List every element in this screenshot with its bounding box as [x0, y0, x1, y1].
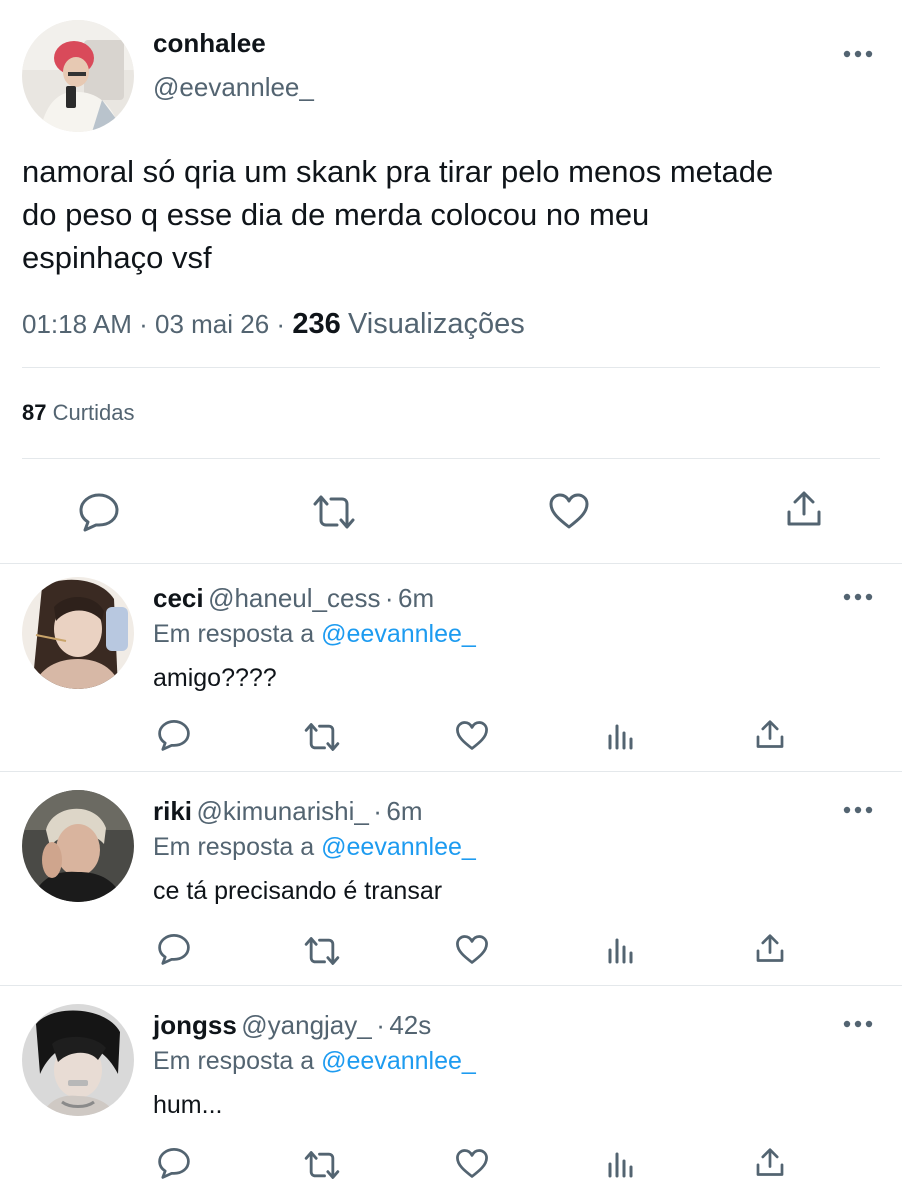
- reply-context: Em resposta a @eevannlee_: [153, 833, 476, 862]
- author-avatar[interactable]: [22, 20, 134, 132]
- tweet-text: namoral só qria um skank pra tirar pelo …: [22, 150, 773, 279]
- reply-to-handle[interactable]: @eevannlee_: [321, 833, 476, 861]
- reply-text: hum...: [153, 1091, 223, 1119]
- reply-context-label: Em resposta a: [153, 620, 315, 648]
- tweet-text-line: do peso q esse dia de merda colocou no m…: [22, 197, 650, 232]
- reply-time[interactable]: 42s: [389, 1010, 431, 1040]
- reply-author-name[interactable]: riki: [153, 796, 192, 826]
- tweet-time[interactable]: 01:18 AM: [22, 309, 132, 339]
- analytics-icon[interactable]: [607, 936, 635, 964]
- reply-header: jongss @yangjay_ · 42s: [153, 1010, 431, 1041]
- author-name[interactable]: conhalee: [153, 28, 266, 59]
- like-icon[interactable]: [455, 934, 489, 965]
- analytics-icon[interactable]: [607, 1150, 635, 1178]
- separator-dot: ·: [376, 1010, 385, 1040]
- reply-context-label: Em resposta a: [153, 833, 315, 861]
- divider: [22, 458, 880, 459]
- more-options-icon[interactable]: [843, 592, 873, 602]
- views-count[interactable]: 236: [292, 308, 340, 340]
- more-options-icon[interactable]: [843, 805, 873, 815]
- separator-dot: ·: [373, 796, 382, 826]
- separator-dot: ·: [384, 583, 394, 613]
- author-handle[interactable]: @eevannlee_: [153, 72, 314, 103]
- reply-header: riki @kimunarishi_ · 6m: [153, 796, 423, 827]
- divider: [0, 563, 902, 564]
- reply-icon[interactable]: [157, 1147, 191, 1179]
- reply-avatar[interactable]: [22, 577, 134, 689]
- reply-to-handle[interactable]: @eevannlee_: [321, 620, 476, 648]
- tweet-date[interactable]: 03 mai 26: [155, 309, 269, 339]
- divider: [0, 771, 902, 772]
- divider: [0, 985, 902, 986]
- retweet-icon[interactable]: [302, 936, 342, 966]
- like-icon[interactable]: [548, 492, 590, 530]
- reply-context: Em resposta a @eevannlee_: [153, 620, 476, 649]
- likes-label: Curtidas: [52, 400, 135, 425]
- separator-dot: ·: [139, 309, 148, 339]
- reply-author-name[interactable]: jongss: [153, 1010, 237, 1040]
- likes-count: 87: [22, 400, 47, 425]
- tweet-meta: 01:18 AM · 03 mai 26 · 236 Visualizações: [22, 306, 525, 342]
- reply-header: ceci @haneul_cess · 6m: [153, 583, 434, 614]
- share-icon[interactable]: [754, 933, 786, 964]
- reply-author-handle[interactable]: @haneul_cess: [208, 583, 380, 613]
- retweet-icon[interactable]: [302, 1150, 342, 1180]
- more-options-icon[interactable]: [843, 1019, 873, 1029]
- reply-time[interactable]: 6m: [398, 583, 434, 613]
- reply-to-handle[interactable]: @eevannlee_: [321, 1047, 476, 1075]
- likes-stat[interactable]: 87 Curtidas: [22, 400, 135, 426]
- views-label: Visualizações: [347, 308, 525, 340]
- share-icon[interactable]: [754, 719, 786, 750]
- reply-icon[interactable]: [78, 492, 120, 532]
- like-icon[interactable]: [455, 720, 489, 751]
- tweet-text-line: espinhaço vsf: [22, 240, 212, 275]
- like-icon[interactable]: [455, 1148, 489, 1179]
- reply-text: amigo????: [153, 664, 277, 692]
- tweet-text-line: namoral só qria um skank pra tirar pelo …: [22, 154, 774, 189]
- reply-author-handle[interactable]: @kimunarishi_: [196, 796, 368, 826]
- analytics-icon[interactable]: [607, 722, 635, 750]
- retweet-icon[interactable]: [310, 494, 358, 530]
- reply-context: Em resposta a @eevannlee_: [153, 1047, 476, 1076]
- retweet-icon[interactable]: [302, 722, 342, 752]
- reply-author-name[interactable]: ceci: [153, 583, 204, 613]
- reply-avatar[interactable]: [22, 1004, 134, 1116]
- share-icon[interactable]: [754, 1147, 786, 1178]
- reply-icon[interactable]: [157, 933, 191, 965]
- reply-context-label: Em resposta a: [153, 1047, 315, 1075]
- reply-avatar[interactable]: [22, 790, 134, 902]
- reply-icon[interactable]: [157, 719, 191, 751]
- reply-text: ce tá precisando é transar: [153, 877, 443, 905]
- share-icon[interactable]: [784, 490, 824, 528]
- reply-author-handle[interactable]: @yangjay_: [241, 1010, 371, 1040]
- more-options-icon[interactable]: [843, 49, 873, 59]
- separator-dot: ·: [276, 309, 286, 339]
- divider: [22, 367, 880, 368]
- reply-time[interactable]: 6m: [386, 796, 422, 826]
